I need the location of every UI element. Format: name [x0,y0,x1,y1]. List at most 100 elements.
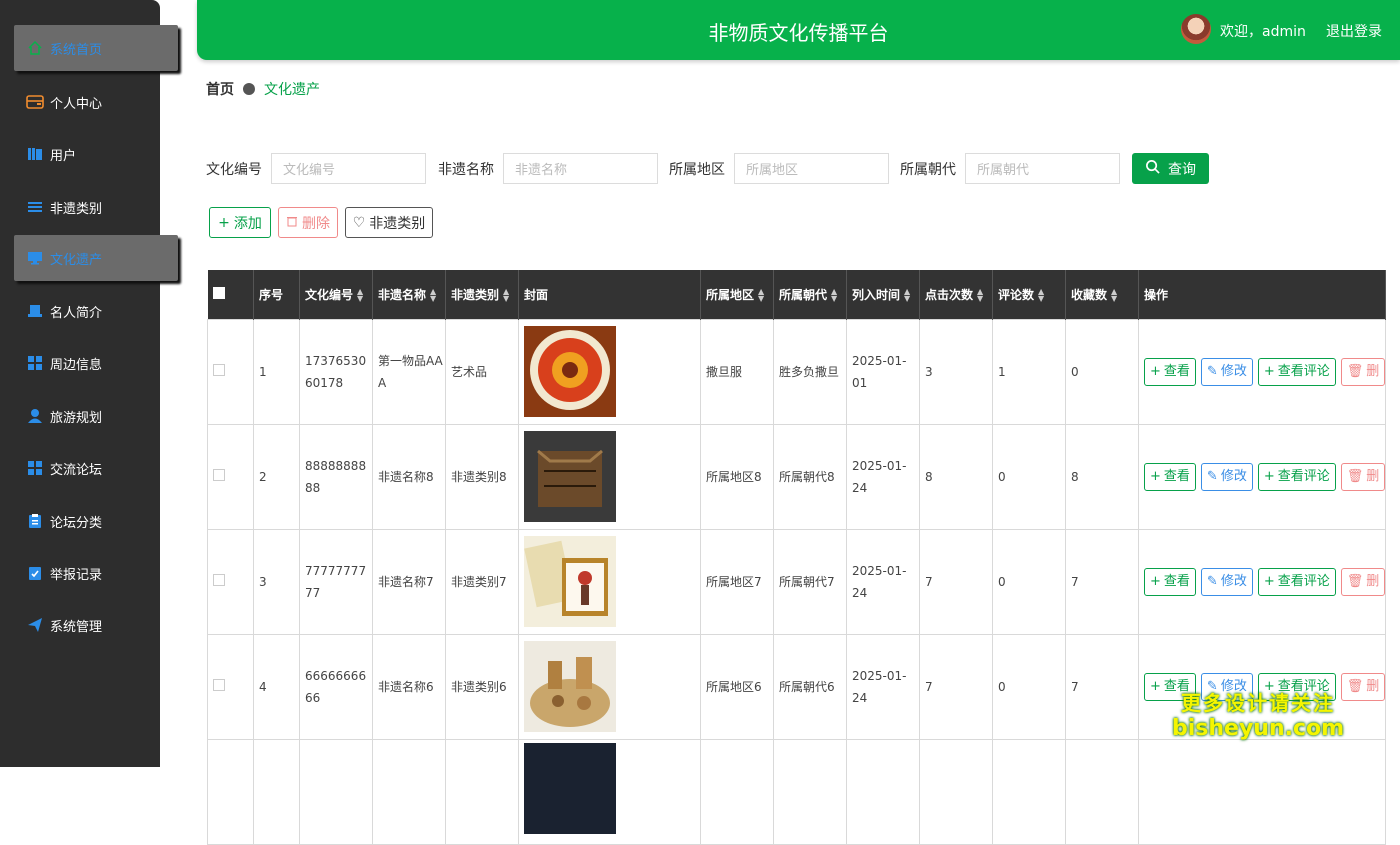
cell-dynasty: 所属朝代7 [773,528,847,635]
code-input[interactable]: 文化编号 [271,153,426,184]
breadcrumb-separator [243,83,255,95]
column-header[interactable]: 所属朝代 ▲ ▼ [773,270,847,319]
column-header[interactable]: 非遗名称 ▲ ▼ [372,270,446,319]
region-input[interactable]: 所属地区 [734,153,889,184]
sidebar-item-category[interactable]: 非遗类别 [14,184,178,230]
add-button[interactable]: + 添加 [209,207,271,238]
sort-icon: ▲ ▼ [1038,287,1045,304]
breadcrumb-current: 文化遗产 [264,82,320,98]
select-all-checkbox[interactable] [212,286,225,299]
cell-favs: 8 [1065,423,1139,530]
category-button-label: 非遗类别 [369,215,426,232]
column-header[interactable]: 所属地区 ▲ ▼ [700,270,774,319]
sidebar-item-label: 举报记录 [50,567,103,583]
cell-favs: 7 [1065,528,1139,635]
logout-link[interactable]: 退出登录 [1326,21,1382,41]
cell-code: 1737653060178 [299,318,373,425]
breadcrumb-home[interactable]: 首页 [206,79,234,99]
plus-icon: + [218,214,230,231]
row-delete-button[interactable]: 🗑 删 [1340,357,1386,386]
table-cell [919,738,993,845]
cell-ops: + 查看 ✎ 修改 + 查看评论 🗑 删 [1137,423,1387,530]
cell-clicks: 7 [919,528,993,635]
cell-date: 2025-01-24 [846,423,920,530]
table-row [207,738,1387,845]
cover-image[interactable] [524,536,700,627]
avatar[interactable] [1181,14,1211,44]
sidebar-item-celebrity[interactable]: 名人简介 [14,288,178,334]
search-field-region: 所属地区 所属地区 [669,153,889,184]
sidebar-item-user[interactable]: 用户 [14,131,178,177]
delete-button[interactable]: 删除 [278,207,338,238]
column-header-label: 非遗类别 [451,287,500,302]
view-comments-button[interactable]: + 查看评论 [1257,462,1336,491]
dynasty-input[interactable]: 所属朝代 [965,153,1120,184]
column-header[interactable]: 收藏数 ▲ ▼ [1065,270,1139,319]
row-checkbox[interactable] [213,363,225,376]
sidebar-item-forum-category[interactable]: 论坛分类 [14,498,178,544]
row-checkbox[interactable] [213,468,225,481]
cell-name: 非遗名称6 [372,633,446,740]
column-header[interactable]: 评论数 ▲ ▼ [992,270,1066,319]
row-checkbox[interactable] [213,678,225,691]
cell-cover [518,528,701,635]
sidebar-item-home[interactable]: 系统首页 [14,25,178,71]
view-button[interactable]: + 查看 [1144,462,1196,491]
category-button[interactable]: ♡ 非遗类别 [345,207,433,238]
column-header-label: 所属朝代 [779,287,828,302]
column-header-label: 非遗名称 [378,287,427,302]
sidebar-item-nearby[interactable]: 周边信息 [14,340,178,386]
plus-icon: + [1263,468,1275,484]
search-label: 非遗名称 [438,161,494,178]
edit-button[interactable]: ✎ 修改 [1200,462,1253,491]
sidebar-item-forum[interactable]: 交流论坛 [14,445,178,491]
sort-icon: ▲ ▼ [904,287,911,304]
row-delete-button[interactable]: 🗑 删 [1340,462,1386,491]
cover-image[interactable] [524,431,700,522]
cell-region: 所属地区6 [700,633,774,740]
cell-name-text: 非遗名称8 [378,469,434,484]
row-delete-button[interactable]: 🗑 删 [1340,672,1386,701]
column-header[interactable]: 列入时间 ▲ ▼ [846,270,920,319]
row-delete-button[interactable]: 🗑 删 [1340,567,1386,596]
header: 非物质文化传播平台 欢迎，admin 退出登录 [197,0,1400,60]
column-header[interactable]: 非遗类别 ▲ ▼ [445,270,519,319]
search-button[interactable]: 查询 [1132,153,1209,184]
sidebar-item-profile[interactable]: 个人中心 [14,79,178,125]
plus-icon: + [1263,573,1275,589]
edit-button[interactable]: ✎ 修改 [1200,357,1253,386]
sidebar-item-travel[interactable]: 旅游规划 [14,393,178,439]
sidebar-item-label: 非遗类别 [50,201,103,217]
edit-label: 修改 [1220,363,1247,379]
cell-comments: 0 [992,423,1066,530]
sort-icon: ▲ ▼ [831,287,838,304]
column-header-label: 所属地区 [706,287,755,302]
view-button[interactable]: + 查看 [1144,567,1196,596]
cell-no: 4 [253,633,300,740]
sidebar-item-label: 用户 [50,148,77,164]
edit-button[interactable]: ✎ 修改 [1200,567,1253,596]
column-header: 序号 [253,270,300,319]
cover-image[interactable] [524,326,700,417]
row-select-cell [207,423,254,530]
row-delete-label: 删 [1366,468,1380,484]
cell-code-text: 6666666666 [305,668,367,705]
name-input[interactable]: 非遗名称 [503,153,658,184]
send-icon [26,616,44,634]
view-comments-button[interactable]: + 查看评论 [1257,357,1336,386]
sidebar-item-heritage[interactable]: 文化遗产 [14,235,178,281]
table-cell [992,738,1066,845]
sidebar-item-reports[interactable]: 举报记录 [14,550,178,596]
table-cell [773,738,847,845]
column-header[interactable]: 文化编号 ▲ ▼ [299,270,373,319]
view-button[interactable]: + 查看 [1144,357,1196,386]
sidebar-item-system[interactable]: 系统管理 [14,602,178,648]
column-header[interactable]: 点击次数 ▲ ▼ [919,270,993,319]
view-comments-button[interactable]: + 查看评论 [1257,567,1336,596]
row-checkbox[interactable] [213,573,225,586]
cell-cover [518,423,701,530]
cover-image[interactable] [524,641,700,732]
plus-icon: + [1150,363,1161,379]
cover-image[interactable] [524,742,700,834]
cell-name-text: 非遗名称7 [378,574,434,589]
